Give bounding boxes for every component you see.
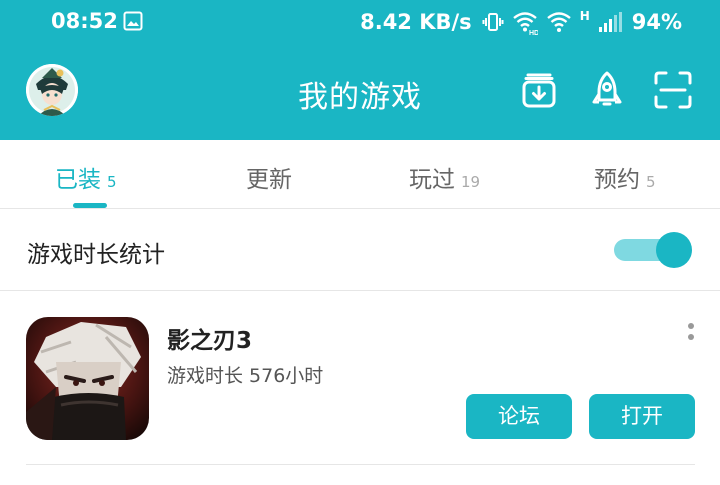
playtime-stats-label: 游戏时长统计	[27, 242, 165, 268]
tab-label: 预约	[594, 167, 640, 193]
game-icon[interactable]	[26, 317, 149, 440]
download-box-icon[interactable]	[519, 70, 559, 110]
tab-updates[interactable]: 更新	[246, 160, 292, 194]
scan-icon[interactable]	[653, 70, 693, 110]
wifi-calling-icon: HD	[512, 12, 538, 35]
network-type: H	[579, 9, 590, 23]
toggle-thumb	[656, 232, 692, 268]
tab-played[interactable]: 玩过 19	[409, 160, 480, 194]
status-bar: 08:52 8.42 KB/s HD H 94%	[0, 0, 720, 44]
tab-installed[interactable]: 已装 5	[55, 160, 117, 194]
divider	[26, 464, 695, 465]
game-card[interactable]: 影之刃3 游戏时长 576小时 论坛 打开	[0, 291, 720, 466]
toolbar: 我的游戏	[0, 44, 720, 140]
tab-count: 5	[107, 173, 117, 191]
tab-label: 玩过	[409, 167, 455, 193]
status-indicators: 8.42 KB/s HD H 94%	[360, 9, 682, 35]
tab-reserved[interactable]: 预约 5	[594, 160, 656, 194]
tab-bar: 已装 5 更新 玩过 19 预约 5	[0, 140, 720, 209]
forum-button[interactable]: 论坛	[466, 394, 572, 439]
wifi-icon	[546, 12, 571, 32]
tab-label: 更新	[246, 167, 292, 193]
playtime-stats-row: 游戏时长统计	[0, 209, 720, 291]
image-icon	[123, 11, 143, 31]
active-tab-indicator	[73, 203, 107, 208]
tab-count: 19	[461, 173, 481, 191]
signal-icon	[598, 12, 622, 32]
status-time: 08:52	[51, 9, 118, 33]
game-name: 影之刃3	[167, 328, 253, 354]
vibrate-icon	[482, 13, 504, 31]
svg-text:HD: HD	[529, 30, 538, 35]
rocket-icon[interactable]	[587, 70, 627, 110]
playtime-stats-toggle[interactable]	[612, 232, 694, 268]
battery-level: 94%	[631, 10, 682, 34]
game-playtime: 游戏时长 576小时	[167, 365, 324, 387]
network-speed: 8.42 KB/s	[360, 10, 472, 34]
game-cover-art	[26, 317, 149, 440]
tab-count: 5	[646, 173, 656, 191]
tab-label: 已装	[55, 167, 101, 193]
more-vertical-icon[interactable]	[684, 321, 698, 347]
app-header: 08:52 8.42 KB/s HD H 94% 我的游戏	[0, 0, 720, 140]
open-button[interactable]: 打开	[589, 394, 695, 439]
